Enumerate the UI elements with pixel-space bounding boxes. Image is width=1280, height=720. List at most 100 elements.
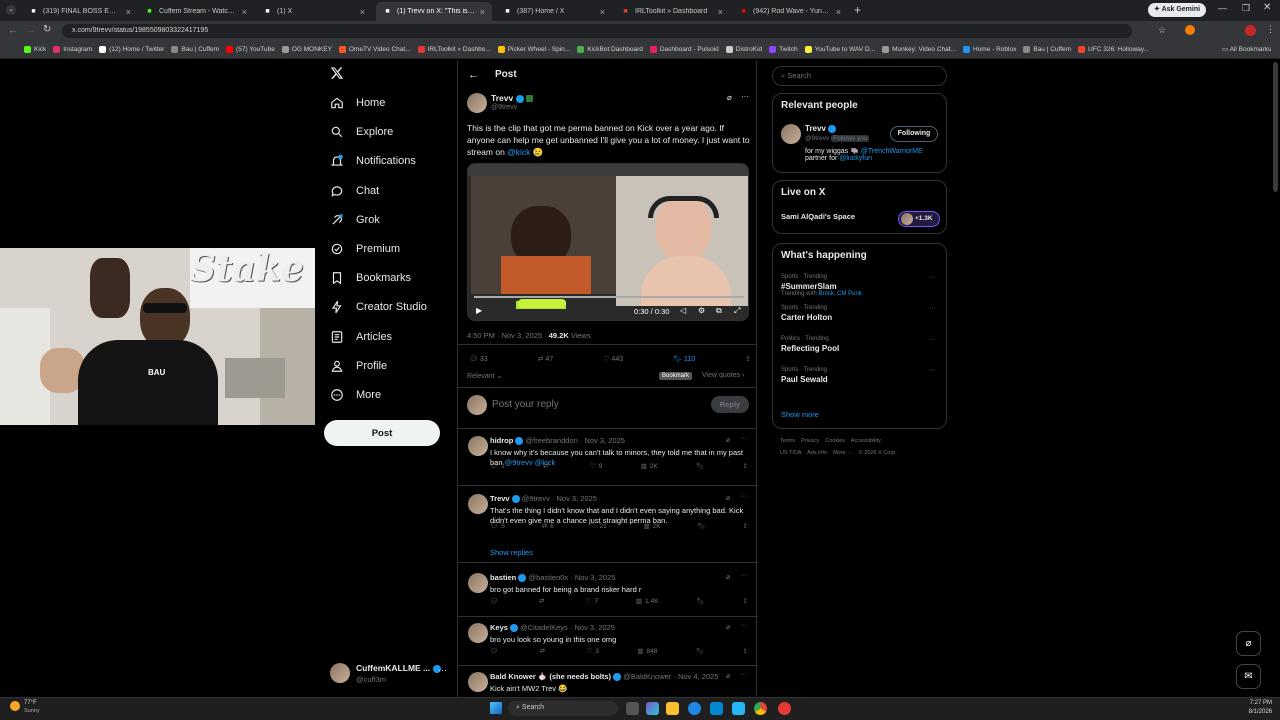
more-dots-icon[interactable]: ··· xyxy=(740,435,747,442)
author-name[interactable]: Trevv xyxy=(491,93,533,103)
more-dots-icon[interactable]: ··· xyxy=(929,305,936,312)
reply-author[interactable]: hidrop xyxy=(490,436,513,445)
trend-item[interactable]: Politics · Trending Reflecting Pool xyxy=(781,336,839,353)
task-view-icon[interactable] xyxy=(626,702,639,715)
reply-like-action[interactable]: ♡ 3 xyxy=(587,647,599,656)
url-bar[interactable]: x.com/9trevv/status/1985509803322417195 xyxy=(62,24,1132,38)
more-dots-icon[interactable]: ··· xyxy=(929,274,936,281)
bookmark-item[interactable]: IRLToolkit » Dashbo... xyxy=(417,46,491,53)
account-switcher[interactable]: CuffemKALLME ... @cuff3m ··· xyxy=(330,662,450,686)
reply-reply-action[interactable]: 💬︎ 5 xyxy=(490,522,505,531)
nav-item-profile[interactable]: Profile xyxy=(330,359,387,373)
post-button[interactable]: Post xyxy=(324,420,440,446)
reply-author[interactable]: Bald Knower 🧄 (she needs bolts) xyxy=(490,672,611,681)
more-dots-icon[interactable]: ··· xyxy=(740,493,747,500)
reply-repost-action[interactable]: ⇄ xyxy=(543,462,551,470)
nav-item-articles[interactable]: Articles xyxy=(330,330,392,344)
reply-compose-input[interactable]: Post your reply xyxy=(492,399,559,410)
chrome-icon[interactable] xyxy=(754,702,767,715)
person-name[interactable]: Trevv xyxy=(805,124,837,133)
bookmark-item[interactable]: Monkey: Video Chat... xyxy=(882,46,956,53)
page-scrollbar[interactable] xyxy=(1273,62,1278,192)
share-action[interactable]: ⇪ xyxy=(745,355,751,363)
bookmark-item[interactable]: OmeTV Video Chat... xyxy=(338,46,411,53)
tab-close-icon[interactable]: × xyxy=(836,7,841,17)
store-icon[interactable] xyxy=(710,702,723,715)
browser-tab[interactable]: ■ (942) Rod Wave - Yungen ft. Ja × xyxy=(732,2,848,21)
reply-bookmark-action[interactable]: 🔖︎ xyxy=(696,597,704,605)
grok-icon[interactable]: ⌀ xyxy=(727,93,732,102)
following-button[interactable]: Following xyxy=(890,126,938,142)
reply-share-action[interactable]: ⇪ xyxy=(743,462,748,470)
bookmark-item[interactable]: Home - Roblox xyxy=(962,46,1016,53)
app-icon[interactable] xyxy=(778,702,791,715)
pip-icon[interactable]: ⧉ xyxy=(716,306,722,316)
reply-author[interactable]: Trevv xyxy=(490,494,510,503)
taskbar-search[interactable]: ⌕ Search xyxy=(508,701,618,716)
bookmark-item[interactable]: Picker Wheel - Spin... xyxy=(497,46,570,53)
nav-item-more[interactable]: More xyxy=(330,388,381,402)
edge-icon[interactable] xyxy=(688,702,701,715)
tab-close-icon[interactable]: × xyxy=(718,7,723,17)
browser-tab[interactable]: ■ (387) Home / X × xyxy=(496,2,612,21)
nav-item-creator-studio[interactable]: Creator Studio xyxy=(330,300,427,314)
bookmark-item[interactable]: Instagram xyxy=(53,46,92,53)
reply-button[interactable]: Reply xyxy=(711,396,749,413)
grok-icon[interactable]: ⌀ xyxy=(726,573,730,581)
reply-bookmark-action[interactable]: 🔖︎ xyxy=(696,462,704,470)
nav-item-bookmarks[interactable]: Bookmarks xyxy=(330,271,411,285)
bookmark-item[interactable]: Bau | Cuffem xyxy=(171,46,219,53)
trend-item[interactable]: Sports · Trending #SummerSlam Trending wit… xyxy=(781,274,862,297)
grok-icon[interactable]: ⌀ xyxy=(726,672,730,680)
reply-reply-action[interactable]: 💬︎ xyxy=(490,647,501,655)
start-button[interactable] xyxy=(490,702,502,714)
grok-float-button[interactable]: ⌀ xyxy=(1236,631,1261,656)
forward-arrow-icon[interactable]: → xyxy=(26,25,35,35)
reply-author[interactable]: Keys xyxy=(490,623,508,632)
tab-close-icon[interactable]: × xyxy=(242,7,247,17)
video-player[interactable]: ▶ 0:30 / 0:30 ◁ ⚙ ⧉ ⤢ xyxy=(467,163,749,321)
reply-avatar[interactable] xyxy=(468,494,488,514)
file-explorer-icon[interactable] xyxy=(666,702,679,715)
reply-avatar[interactable] xyxy=(468,436,488,456)
more-dots-icon[interactable]: ··· xyxy=(741,92,749,101)
bookmark-item[interactable]: YouTube to WAV D... xyxy=(804,46,875,53)
play-icon[interactable]: ▶ xyxy=(476,306,482,315)
bookmark-action[interactable]: 🔖︎ 110 xyxy=(673,355,695,363)
reply-repost-action[interactable]: ⇄ xyxy=(540,647,548,655)
reply-avatar[interactable] xyxy=(468,573,488,593)
bookmark-item[interactable]: (57) YouTube xyxy=(226,46,275,53)
extensions-icon[interactable] xyxy=(1185,25,1195,35)
reply-views-action[interactable]: ▥ 2K xyxy=(641,462,658,471)
grok-icon[interactable]: ⌀ xyxy=(726,494,730,502)
reply-share-action[interactable]: ⇪ xyxy=(743,597,748,605)
footer-links-2[interactable]: US TIDA Ads info More ··· © 2026 X Corp. xyxy=(780,450,897,456)
browser-tab[interactable]: ■ IRLToolkit » Dashboard × xyxy=(614,2,730,21)
reply-like-action[interactable]: ♡ 21 xyxy=(591,522,607,531)
tab-close-icon[interactable]: × xyxy=(480,7,485,17)
x-logo-icon[interactable] xyxy=(330,66,344,80)
nav-item-premium[interactable]: Premium xyxy=(330,242,400,256)
like-action[interactable]: ♡ 443 xyxy=(603,355,623,363)
more-dots-icon[interactable]: ··· xyxy=(740,572,747,579)
show-more-link[interactable]: Show more xyxy=(781,410,819,419)
reply-like-action[interactable]: ♡ 9 xyxy=(590,462,602,471)
reply-views-action[interactable]: ▥ 2K xyxy=(644,522,661,531)
bookmark-item[interactable]: Twitch xyxy=(769,46,798,53)
reply-like-action[interactable]: ♡ 7 xyxy=(586,597,598,606)
tab-search-icon[interactable]: ⌄ xyxy=(6,5,16,15)
reply-item[interactable]: Trevv @9trevv · Nov 3, 2025 ⌀ ··· That's th… xyxy=(458,488,758,563)
reply-author[interactable]: bastien xyxy=(490,573,516,582)
browser-menu-icon[interactable]: ⋮ xyxy=(1266,24,1275,35)
footer-links[interactable]: Terms Privacy Cookies Accessibility xyxy=(780,438,881,444)
trend-item[interactable]: Sports · Trending Carter Holton xyxy=(781,305,832,322)
mention-link[interactable]: @kick xyxy=(507,147,530,157)
reply-views-action[interactable]: ▥ 848 xyxy=(637,647,657,656)
search-box[interactable]: ⌕ Search xyxy=(772,66,947,86)
reload-icon[interactable]: ↻ xyxy=(43,24,51,35)
reply-avatar[interactable] xyxy=(468,623,488,643)
browser-tab[interactable]: ■ Cuffem Stream - Watch Live o × xyxy=(138,2,254,21)
reply-bookmark-action[interactable]: 🔖︎ xyxy=(697,522,705,530)
repost-action[interactable]: ⇄ 47 xyxy=(538,355,554,363)
relevant-sort[interactable]: Relevant ⌄ xyxy=(467,372,502,380)
